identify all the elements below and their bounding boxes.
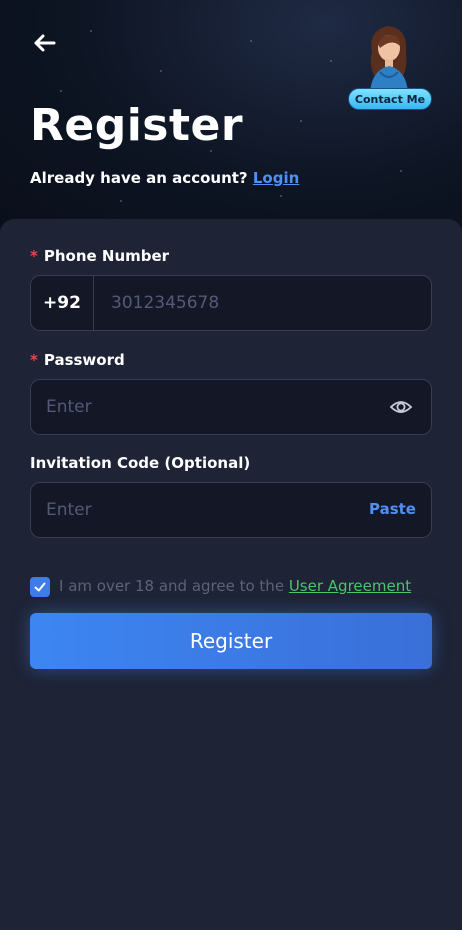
password-input[interactable] [46,380,376,434]
invitation-field: Paste [30,482,432,538]
contact-me-button[interactable]: Contact Me [348,88,432,110]
agreement-prefix: I am over 18 and agree to the [59,577,285,595]
password-field [30,379,432,435]
support-avatar [362,22,416,92]
login-prompt: Already have an account? Login [30,169,299,187]
register-button[interactable]: Register [30,613,432,669]
phone-input[interactable] [111,276,411,330]
check-icon [34,582,46,592]
country-code[interactable]: +92 [31,276,94,330]
phone-label-text: Phone Number [43,247,170,265]
password-label-text: Password [43,351,125,369]
contact-widget[interactable]: Contact Me [345,20,435,112]
phone-label: * Phone Number [30,247,169,265]
user-agreement-link[interactable]: User Agreement [289,577,411,595]
password-label: * Password [30,351,125,369]
required-mark: * [30,247,38,265]
invitation-input[interactable] [46,483,366,537]
page-title: Register [30,100,244,151]
eye-icon[interactable] [389,396,413,418]
phone-field: +92 [30,275,432,331]
invitation-label: Invitation Code (Optional) [30,454,251,472]
back-arrow-icon[interactable] [30,30,60,56]
login-link[interactable]: Login [253,169,299,187]
login-prompt-text: Already have an account? [30,169,248,187]
agreement-checkbox[interactable] [30,577,50,597]
paste-button[interactable]: Paste [369,500,416,518]
required-mark: * [30,351,38,369]
agreement-text: I am over 18 and agree to the User Agree… [59,577,411,595]
header-banner: Register Already have an account? Login … [0,0,462,240]
